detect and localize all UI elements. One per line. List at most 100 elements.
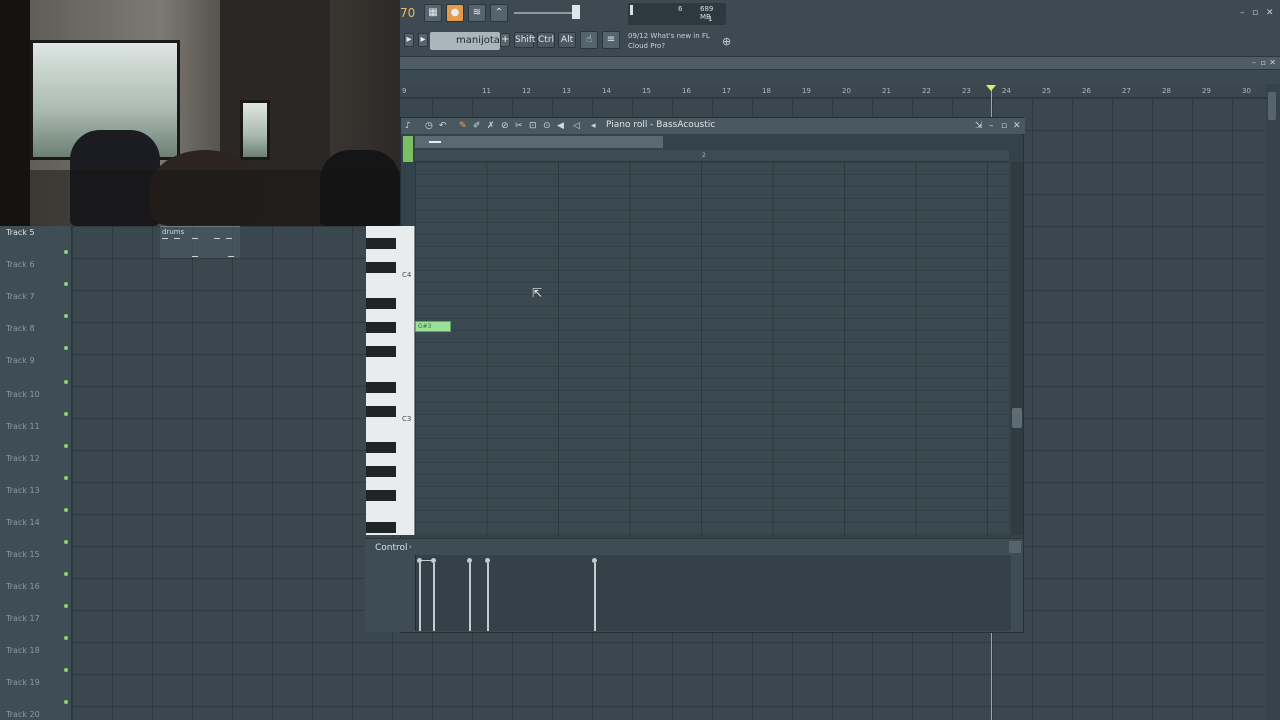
control-scroll-icon[interactable]	[1009, 541, 1021, 553]
track-led-icon[interactable]	[64, 380, 68, 384]
master-volume-knob[interactable]	[572, 5, 580, 19]
playlist-view-icon[interactable]: ▦	[424, 4, 442, 22]
track-label[interactable]: Track 17	[6, 614, 40, 623]
snap-indicator-icon[interactable]	[403, 136, 413, 162]
black-key[interactable]	[366, 382, 396, 393]
track-label[interactable]: Track 18	[6, 646, 40, 655]
chevron-right-icon[interactable]: ›	[409, 543, 412, 551]
black-key[interactable]	[366, 238, 396, 249]
track-led-icon[interactable]	[64, 282, 68, 286]
track-label[interactable]: Track 13	[6, 486, 40, 495]
zoom-tool-icon[interactable]: ⊙	[543, 121, 551, 131]
piano-keyboard[interactable]: C4 C3	[366, 226, 415, 535]
master-volume-slider[interactable]	[514, 12, 574, 14]
close-icon[interactable]: ✕	[1013, 121, 1021, 131]
velocity-handle[interactable]	[592, 558, 597, 563]
piano-roll-vertical-scrollbar[interactable]	[1011, 162, 1023, 535]
control-selector[interactable]: Control	[375, 543, 408, 553]
track-label[interactable]: Track 6	[6, 260, 35, 269]
black-key[interactable]	[366, 346, 396, 357]
select-tool-icon[interactable]: ⊡	[529, 121, 537, 131]
track-led-icon[interactable]	[64, 700, 68, 704]
track-led-icon[interactable]	[64, 346, 68, 350]
shift-button[interactable]: Shift	[514, 32, 535, 48]
velocity-bar[interactable]	[594, 563, 596, 631]
track-label[interactable]: Track 7	[6, 292, 35, 301]
velocity-handle[interactable]	[485, 558, 490, 563]
piano-roll-scroll-thumb[interactable]	[1012, 408, 1022, 428]
metronome-icon[interactable]: ◷	[425, 121, 433, 131]
minimize-icon[interactable]: –	[1240, 8, 1245, 18]
track-label[interactable]: Track 14	[6, 518, 40, 527]
track-label[interactable]: Track 12	[6, 454, 40, 463]
close-icon[interactable]: ✕	[1266, 8, 1274, 18]
wait-input-icon[interactable]: ≋	[468, 4, 486, 22]
black-key[interactable]	[366, 490, 396, 501]
black-key[interactable]	[366, 406, 396, 417]
track-led-icon[interactable]	[64, 250, 68, 254]
track-label[interactable]: Track 11	[6, 422, 40, 431]
scroll-thumb[interactable]	[429, 141, 441, 143]
minimize-icon[interactable]: –	[989, 121, 994, 131]
minimize-icon[interactable]: –	[1252, 58, 1256, 67]
track-led-icon[interactable]	[64, 412, 68, 416]
black-key[interactable]	[366, 322, 396, 333]
alt-button[interactable]: Alt	[558, 32, 576, 48]
velocity-lane[interactable]	[415, 555, 1011, 631]
piano-roll-titlebar[interactable]: ♪ ◷ ↶ ✎ ✐ ✗ ⊘ ✂ ⊡ ⊙ ◀ ◁ ◂ Piano roll - B…	[401, 118, 1025, 134]
black-key[interactable]	[366, 522, 396, 533]
maximize-icon[interactable]: ▫	[1261, 58, 1266, 67]
velocity-bar[interactable]	[419, 563, 421, 631]
track-label[interactable]: Track 10	[6, 390, 40, 399]
metronome-icon[interactable]: ⌃	[490, 4, 508, 22]
prev-pattern-icon[interactable]: ▸	[404, 33, 414, 47]
track-label[interactable]: Track 16	[6, 582, 40, 591]
track-led-icon[interactable]	[64, 668, 68, 672]
pattern-selector[interactable]: manijota	[430, 32, 500, 50]
black-key[interactable]	[366, 298, 396, 309]
ctrl-button[interactable]: Ctrl	[537, 32, 555, 48]
slice-tool-icon[interactable]: ✂	[515, 121, 523, 131]
detach-icon[interactable]: ⇲	[975, 121, 983, 131]
pencil-tool-icon[interactable]: ✎	[459, 121, 467, 131]
track-label[interactable]: Track 15	[6, 550, 40, 559]
track-led-icon[interactable]	[64, 508, 68, 512]
news-menu-icon[interactable]: ≡	[602, 31, 620, 49]
track-label[interactable]: Track 20	[6, 710, 40, 719]
pattern-clip-drums[interactable]: drums	[160, 226, 240, 258]
paint-tool-icon[interactable]: ✐	[473, 121, 481, 131]
track-label[interactable]: Track 8	[6, 324, 35, 333]
speaker-icon[interactable]: ◁	[573, 121, 580, 131]
black-key[interactable]	[366, 466, 396, 477]
track-led-icon[interactable]	[64, 572, 68, 576]
pattern-arrow-icon[interactable]: ▸	[418, 33, 428, 47]
playlist-ruler[interactable]: 9 11 12 13 14 15 16 17 18 19 20 21 22 23 24 25 26 27 28 29 3…	[400, 84, 1266, 98]
news-panel[interactable]: 09/12 What's new in FL Cloud Pro?	[628, 31, 728, 51]
record-mode-icon[interactable]: ●	[446, 4, 464, 22]
tempo-display[interactable]: 70	[400, 6, 415, 20]
playback-icon[interactable]: ♪	[405, 121, 411, 131]
velocity-bar[interactable]	[469, 563, 471, 631]
playhead-marker-icon[interactable]	[986, 85, 996, 91]
track-led-icon[interactable]	[64, 540, 68, 544]
track-led-icon[interactable]	[64, 444, 68, 448]
note-block[interactable]: G#3	[415, 321, 451, 332]
delete-tool-icon[interactable]: ✗	[487, 121, 495, 131]
playlist-scroll-thumb[interactable]	[1268, 92, 1276, 120]
track-led-icon[interactable]	[64, 314, 68, 318]
playback-tool-icon[interactable]: ◀	[557, 121, 564, 131]
globe-icon[interactable]: ⊕	[722, 35, 731, 48]
maximize-icon[interactable]: ▫	[1252, 8, 1258, 18]
mute-tool-icon[interactable]: ⊘	[501, 121, 509, 131]
track-led-icon[interactable]	[64, 476, 68, 480]
track-led-icon[interactable]	[64, 636, 68, 640]
track-label[interactable]: Track 19	[6, 678, 40, 687]
track-led-icon[interactable]	[64, 604, 68, 608]
arrow-left-icon[interactable]: ◂	[591, 121, 596, 131]
track-label[interactable]: Track 9	[6, 356, 35, 365]
velocity-bar[interactable]	[433, 563, 435, 631]
piano-roll-scrollbar[interactable]	[415, 136, 663, 148]
black-key[interactable]	[366, 442, 396, 453]
velocity-handle[interactable]	[467, 558, 472, 563]
touch-icon[interactable]: ☝	[580, 31, 598, 49]
